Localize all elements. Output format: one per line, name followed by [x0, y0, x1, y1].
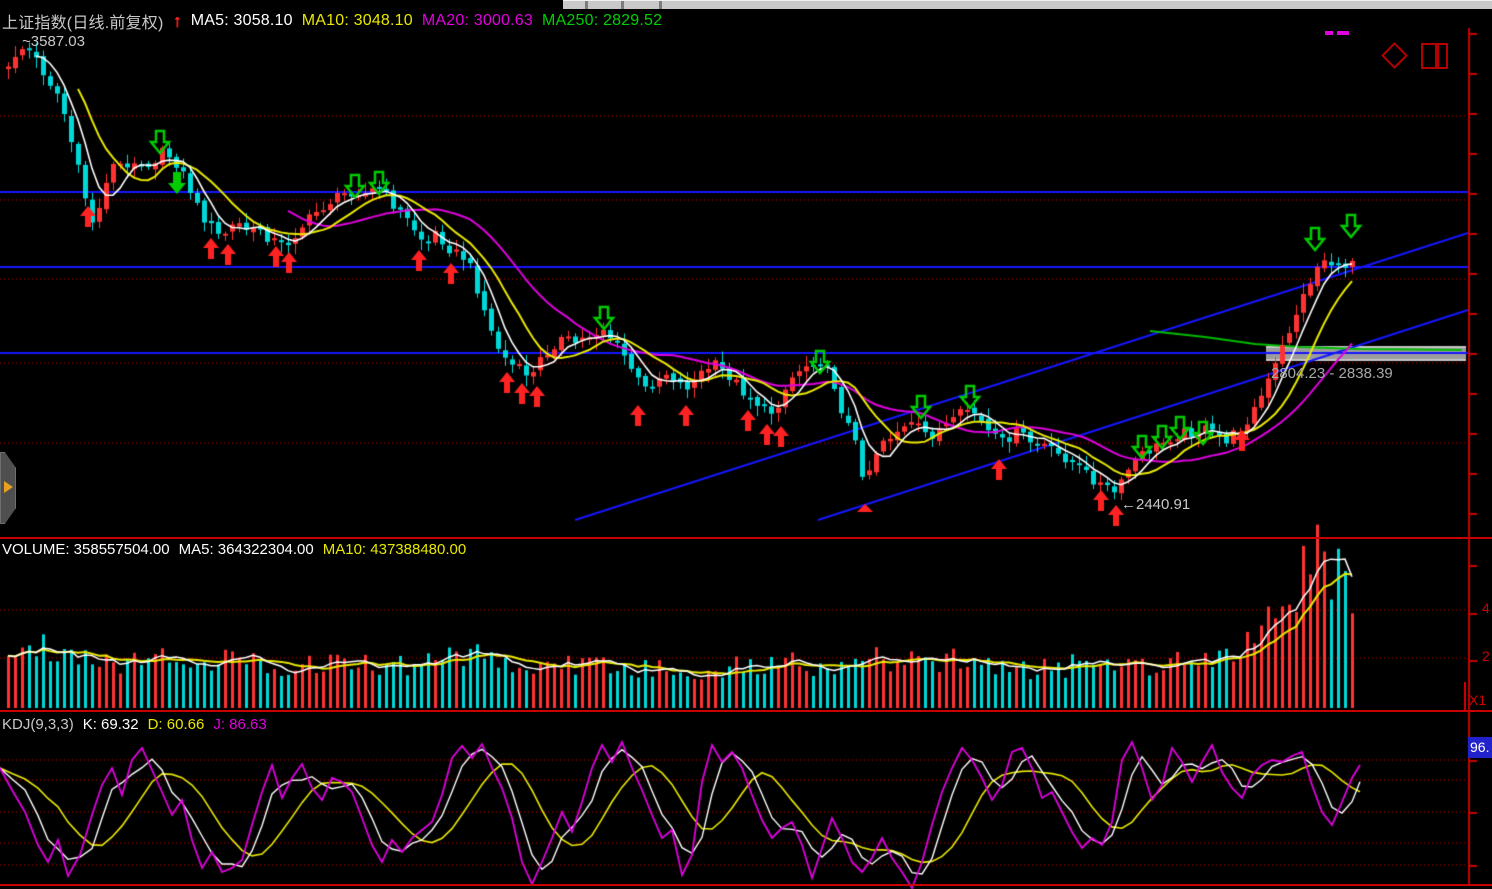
instrument-title: 上证指数(日线.前复权) — [2, 9, 164, 33]
chart-canvas — [0, 0, 1492, 889]
ma20-value: MA20: 3000.63 — [422, 12, 533, 30]
volume-ma5-value: MA5: 364322304.00 — [179, 541, 314, 558]
low-price-label: ←2440.91 — [1121, 496, 1190, 513]
window-split-icon[interactable] — [1421, 43, 1437, 69]
expand-arrow-icon — [4, 481, 13, 493]
strip-notch — [621, 1, 624, 9]
kdj-axis-badge: 96. — [1468, 737, 1492, 758]
volume-scale-x1-label: X1 — [1469, 692, 1486, 708]
ma10-value: MA10: 3048.10 — [302, 12, 413, 30]
ma5-value: MA5: 3058.10 — [191, 12, 293, 30]
strip-notch — [585, 1, 588, 9]
kdj-k-value: K: 69.32 — [83, 716, 139, 733]
kdj-j-value: J: 86.63 — [213, 716, 266, 733]
magenta-dash-mark — [1337, 31, 1349, 35]
separator-main-volume[interactable] — [0, 537, 1492, 539]
volume-ma10-value: MA10: 437388480.00 — [323, 541, 466, 558]
volume-axis-label-fragment: 2 — [1482, 648, 1490, 664]
volume-axis-label-fragment: 4 — [1482, 600, 1490, 616]
band-range-label: 2804.23 - 2838.39 — [1271, 365, 1393, 382]
separator-bottom — [0, 884, 1492, 886]
separator-volume-kdj[interactable] — [0, 710, 1492, 712]
trend-up-icon: ↑ — [173, 14, 182, 28]
strip-notch — [659, 1, 662, 9]
window-top-strip — [563, 0, 1492, 9]
volume-value: VOLUME: 358557504.00 — [2, 541, 170, 558]
peak-price-label: ~3587.03 — [22, 33, 85, 50]
kdj-d-value: D: 60.66 — [148, 716, 205, 733]
kdj-header: KDJ(9,3,3) K: 69.32 D: 60.66 J: 86.63 — [2, 716, 267, 733]
volume-header: VOLUME: 358557504.00 MA5: 364322304.00 M… — [2, 541, 466, 558]
x1-box-border — [1464, 682, 1466, 711]
window-split-icon-right[interactable] — [1437, 43, 1448, 69]
kdj-name: KDJ(9,3,3) — [2, 716, 74, 733]
magenta-dash-mark — [1325, 31, 1333, 35]
ma250-value: MA250: 2829.52 — [542, 12, 662, 30]
chart-window: 上证指数(日线.前复权) ↑ MA5: 3058.10 MA10: 3048.1… — [0, 0, 1492, 889]
main-chart-header: 上证指数(日线.前复权) ↑ MA5: 3058.10 MA10: 3048.1… — [2, 9, 662, 33]
